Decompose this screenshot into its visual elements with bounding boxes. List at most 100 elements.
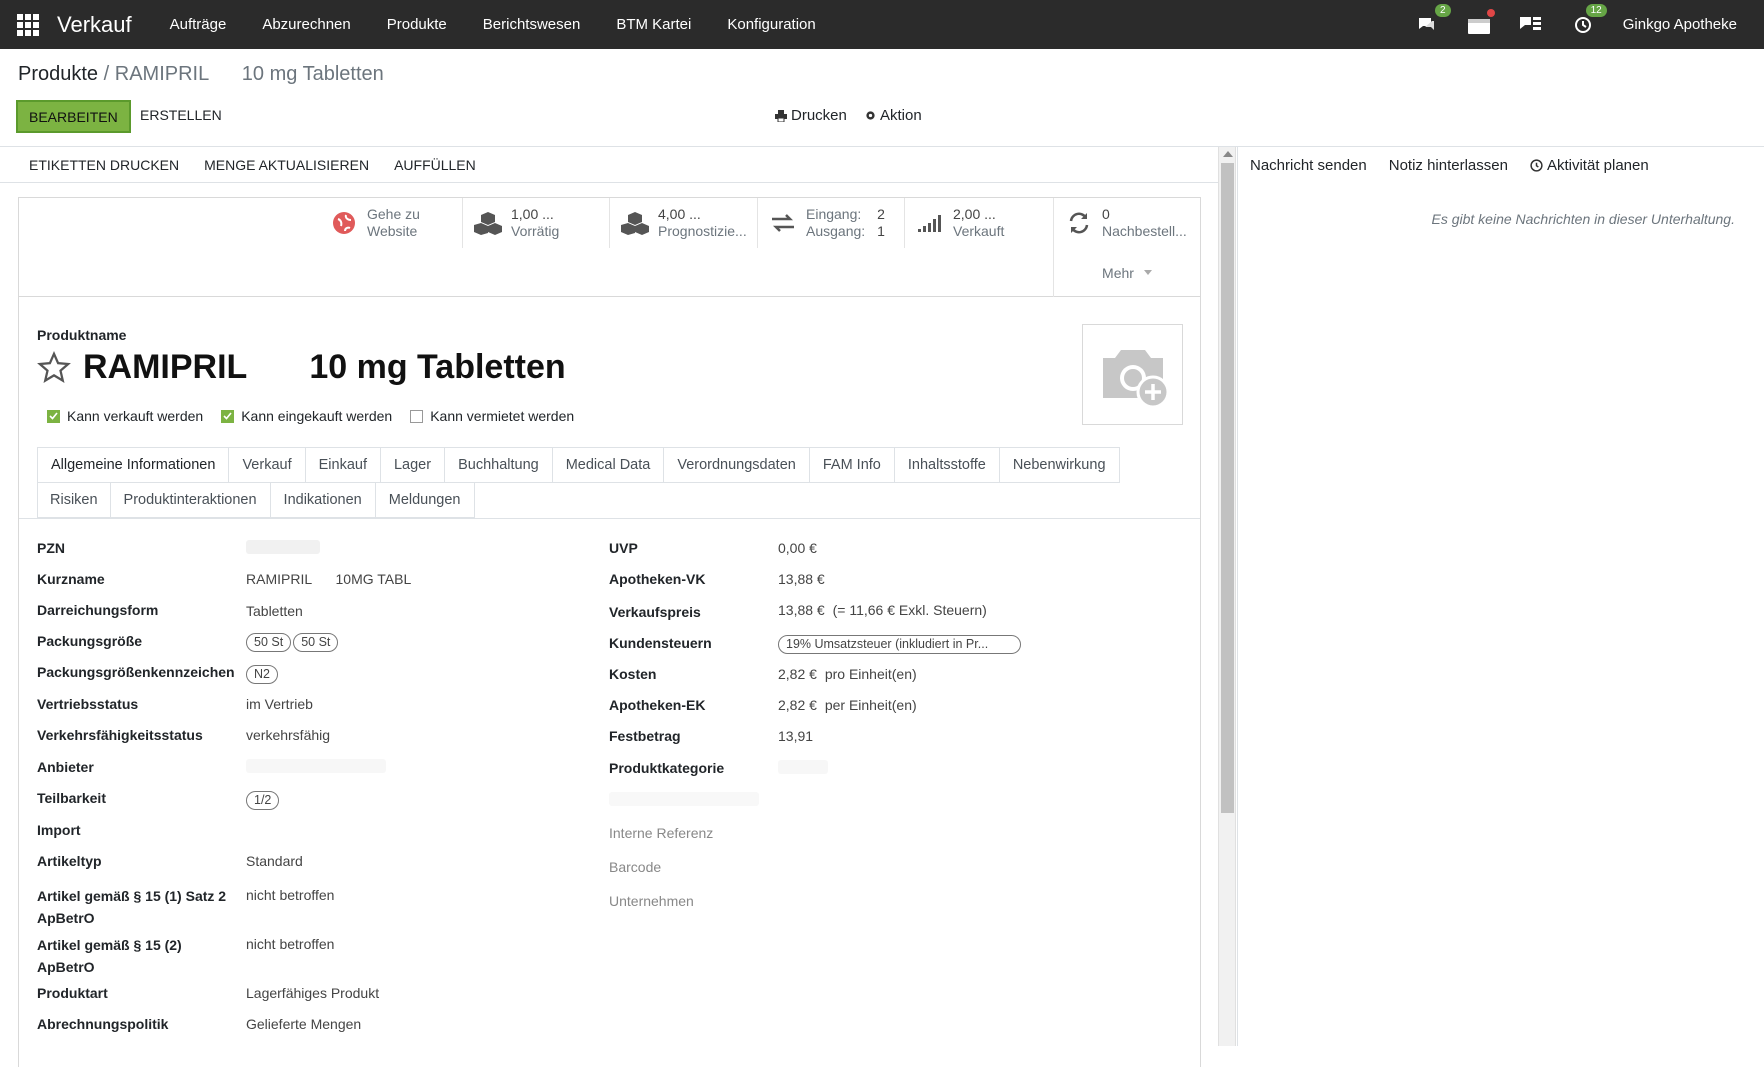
replenish-button[interactable]: AUFFÜLLEN: [394, 157, 476, 173]
calendar-icon[interactable]: [1467, 8, 1495, 37]
go-to-website-button[interactable]: Gehe zu Website: [319, 198, 476, 248]
edit-button[interactable]: BEARBEITEN: [16, 100, 131, 133]
clock-icon: [1530, 159, 1543, 172]
breadcrumb: Produkte / RAMIPRIL 10 mg Tabletten: [18, 63, 384, 86]
sales-price-value[interactable]: 13,88 € (= 11,66 € Exkl. Steuern): [778, 602, 987, 618]
moves-button[interactable]: Eingang: 2 Ausgang: 1: [757, 198, 904, 248]
short-name-value[interactable]: RAMIPRIL 10MG TABL: [246, 571, 411, 587]
menu-configuration[interactable]: Konfiguration: [727, 16, 815, 33]
tab-prescription-data[interactable]: Verordnungsdaten: [663, 447, 810, 483]
activities-icon[interactable]: 12: [1571, 3, 1607, 37]
incoming-value: 2: [877, 206, 885, 222]
package-size-code-tags[interactable]: N2: [246, 665, 280, 684]
menu-btm-kartei[interactable]: BTM Kartei: [616, 16, 691, 33]
menu-orders[interactable]: Aufträge: [170, 16, 227, 33]
tab-sales[interactable]: Verkauf: [228, 447, 306, 483]
breadcrumb-products[interactable]: Produkte: [18, 63, 98, 85]
sales-price-label: Verkaufspreis: [609, 604, 701, 620]
update-quantity-button[interactable]: MENGE AKTUALISIEREN: [204, 157, 369, 173]
log-note-button[interactable]: Notiz hinterlassen: [1389, 157, 1508, 174]
distribution-status-value[interactable]: im Vertrieb: [246, 696, 313, 712]
schedule-activity-button[interactable]: Aktivität planen: [1530, 157, 1649, 174]
apps-menu-icon[interactable]: [17, 13, 39, 36]
product-image-upload[interactable]: [1082, 324, 1183, 425]
action-button[interactable]: Aktion: [865, 107, 922, 124]
customer-taxes-tags[interactable]: 19% Umsatzsteuer (inkludiert in Pr...: [778, 635, 1023, 657]
can-be-sold-label: Kann verkauft werden: [67, 408, 204, 424]
menu-products[interactable]: Produkte: [387, 16, 447, 33]
reorder-value: 0: [1102, 206, 1110, 222]
print-labels-button[interactable]: ETIKETTEN DRUCKEN: [29, 157, 179, 173]
pharmacy-retail-price-value[interactable]: 13,88 €: [778, 571, 825, 587]
article-15-2-value[interactable]: nicht betroffen: [246, 936, 334, 952]
chatter-topbar: Nachricht senden Notiz hinterlassen Akti…: [1250, 157, 1649, 174]
tab-indications[interactable]: Indikationen: [269, 482, 376, 518]
company-label: Unternehmen: [609, 893, 694, 909]
tab-accounting[interactable]: Buchhaltung: [444, 447, 553, 483]
divisibility-tags[interactable]: 1/2: [246, 791, 281, 810]
more-label: Mehr: [1102, 264, 1134, 281]
invoicing-policy-label: Abrechnungspolitik: [37, 1016, 169, 1032]
menu-to-invoice[interactable]: Abzurechnen: [262, 16, 350, 33]
can-be-purchased-checkbox[interactable]: Kann eingekauft werden: [221, 408, 392, 424]
redacted-field: [609, 792, 759, 806]
marketability-status-value[interactable]: verkehrsfähig: [246, 727, 330, 743]
tab-general-info[interactable]: Allgemeine Informationen: [37, 447, 230, 483]
forecast-button[interactable]: 4,00 ... Prognostizie...: [609, 198, 757, 248]
chatter-empty-message: Es gibt keine Nachrichten in dieser Unte…: [1431, 211, 1735, 227]
more-button[interactable]: Mehr: [1053, 248, 1200, 297]
create-button[interactable]: ERSTELLEN: [140, 107, 222, 123]
print-button[interactable]: Drucken: [775, 107, 847, 124]
product-type-value[interactable]: Lagerfähiges Produkt: [246, 985, 379, 1001]
tab-risks[interactable]: Risiken: [37, 482, 111, 518]
tab-inventory[interactable]: Lager: [379, 447, 446, 483]
form-scrollbar[interactable]: [1218, 147, 1236, 1046]
product-category-label: Produktkategorie: [609, 760, 725, 776]
sales-price-excl-tax: (= 11,66 € Exkl. Steuern): [832, 602, 987, 618]
pharmacy-purchase-price-value[interactable]: 2,82 € per Einheit(en): [778, 697, 917, 713]
article-15-1-label-line2: ApBetrO: [37, 910, 95, 926]
divisibility-label: Teilbarkeit: [37, 790, 106, 806]
gear-icon: [866, 111, 875, 120]
reorder-rules-button[interactable]: 0 Nachbestell...: [1053, 198, 1200, 248]
cost-value[interactable]: 2,82 € pro Einheit(en): [778, 666, 917, 682]
tab-fam-info[interactable]: FAM Info: [808, 447, 895, 483]
on-hand-button[interactable]: 1,00 ... Vorrätig: [462, 198, 609, 248]
can-be-sold-checkbox[interactable]: Kann verkauft werden: [47, 408, 203, 424]
tab-reports[interactable]: Meldungen: [374, 482, 475, 518]
product-name-main: RAMIPRIL: [83, 348, 248, 386]
sold-value: 2,00 ...: [953, 206, 996, 222]
can-be-rented-checkbox[interactable]: Kann vermietet werden: [410, 408, 574, 424]
tab-medical-data[interactable]: Medical Data: [551, 447, 665, 483]
can-be-purchased-label: Kann eingekauft werden: [241, 408, 393, 424]
tab-product-interactions[interactable]: Produktinteraktionen: [109, 482, 271, 518]
form-statusbar: ETIKETTEN DRUCKEN MENGE AKTUALISIEREN AU…: [0, 147, 1218, 183]
article-15-1-label-line1: Artikel gemäß § 15 (1) Satz 2: [37, 888, 227, 904]
send-message-button[interactable]: Nachricht senden: [1250, 157, 1367, 174]
scroll-up-arrow-icon[interactable]: [1223, 151, 1233, 157]
menu-reporting[interactable]: Berichtswesen: [483, 16, 581, 33]
checkbox-checked-icon: [47, 409, 60, 423]
company-switcher[interactable]: Ginkgo Apotheke: [1623, 16, 1737, 33]
helpdesk-icon[interactable]: [1519, 13, 1543, 37]
schedule-activity-label: Aktivität planen: [1546, 157, 1649, 174]
fixed-amount-value[interactable]: 13,91: [778, 728, 813, 744]
star-icon[interactable]: [37, 350, 71, 385]
uvp-value[interactable]: 0,00 €: [778, 540, 817, 556]
tab-purchase[interactable]: Einkauf: [304, 447, 381, 483]
article-15-1-value[interactable]: nicht betroffen: [246, 887, 334, 903]
messages-badge: 2: [1434, 3, 1451, 17]
messages-icon[interactable]: 2: [1415, 3, 1451, 37]
cubes-icon: [620, 208, 650, 238]
invoicing-policy-value[interactable]: Gelieferte Mengen: [246, 1016, 361, 1032]
app-name[interactable]: Verkauf: [57, 12, 132, 38]
article-type-label: Artikeltyp: [37, 853, 102, 869]
article-type-value[interactable]: Standard: [246, 853, 303, 869]
tab-ingredients[interactable]: Inhaltsstoffe: [893, 447, 1000, 483]
article-15-2-label-line2: ApBetrO: [37, 959, 95, 975]
package-size-tags[interactable]: 50 St 50 St: [246, 633, 340, 652]
scroll-thumb[interactable]: [1221, 163, 1234, 813]
sold-button[interactable]: 2,00 ... Verkauft: [904, 198, 1052, 248]
dosage-form-value[interactable]: Tabletten: [246, 603, 303, 619]
tab-side-effects[interactable]: Nebenwirkung: [998, 447, 1120, 483]
